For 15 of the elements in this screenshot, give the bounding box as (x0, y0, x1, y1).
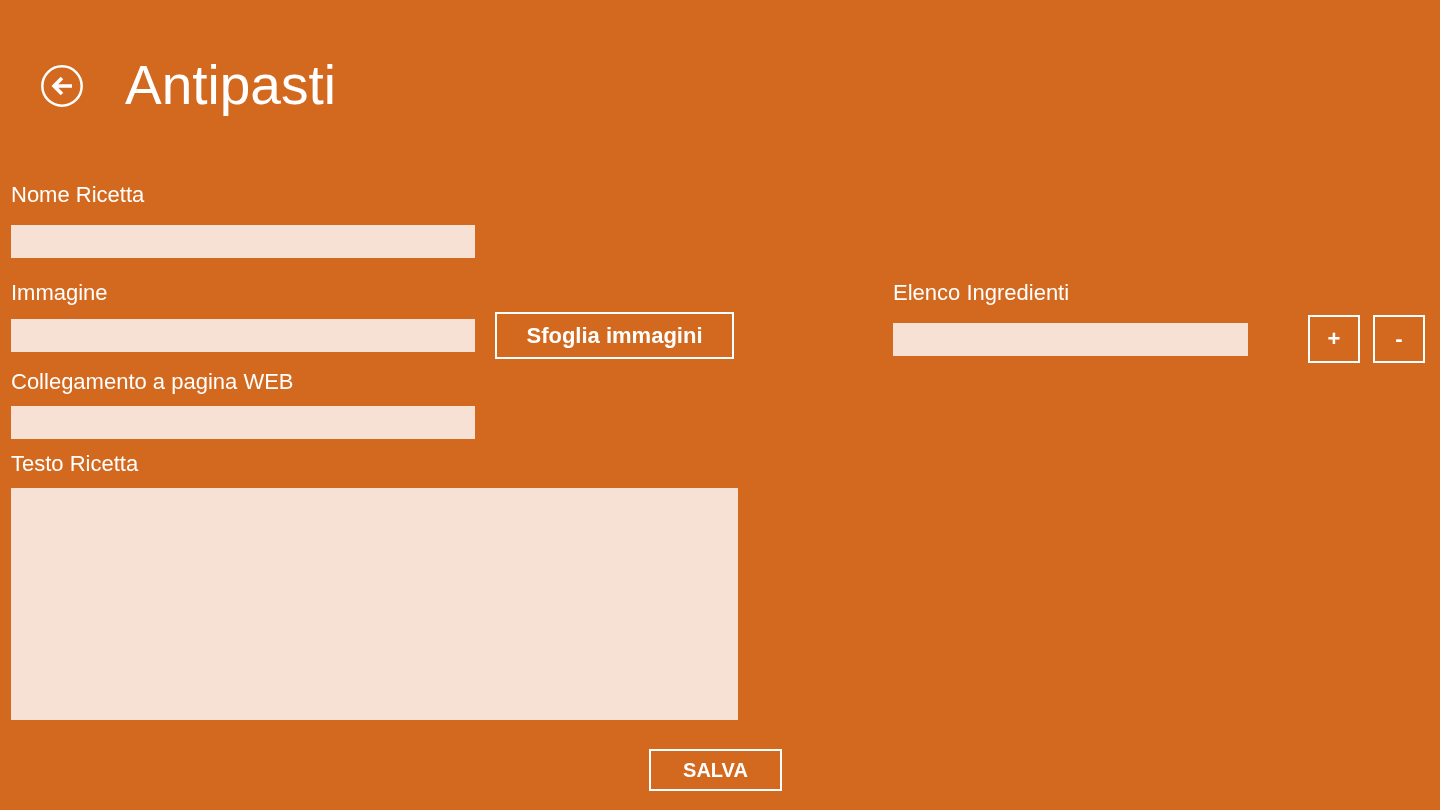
browse-images-button[interactable]: Sfoglia immagini (495, 312, 734, 359)
input-field[interactable] (11, 406, 475, 439)
input-field[interactable] (893, 322, 1248, 356)
field-label: Immagine (11, 280, 108, 306)
back-button[interactable] (41, 64, 83, 107)
field-label: Testo Ricetta (11, 451, 139, 477)
input-field[interactable] (11, 319, 475, 352)
field-label: Collegamento a pagina WEB (11, 369, 294, 395)
text-area-field[interactable] (11, 488, 738, 720)
add-button[interactable]: + (1308, 315, 1360, 363)
input-field[interactable] (11, 225, 475, 258)
remove-button[interactable]: - (1373, 315, 1425, 363)
save-button[interactable]: SALVA (649, 749, 782, 791)
field-label: Nome Ricetta (11, 182, 145, 208)
field-label: Elenco Ingredienti (893, 280, 1070, 306)
